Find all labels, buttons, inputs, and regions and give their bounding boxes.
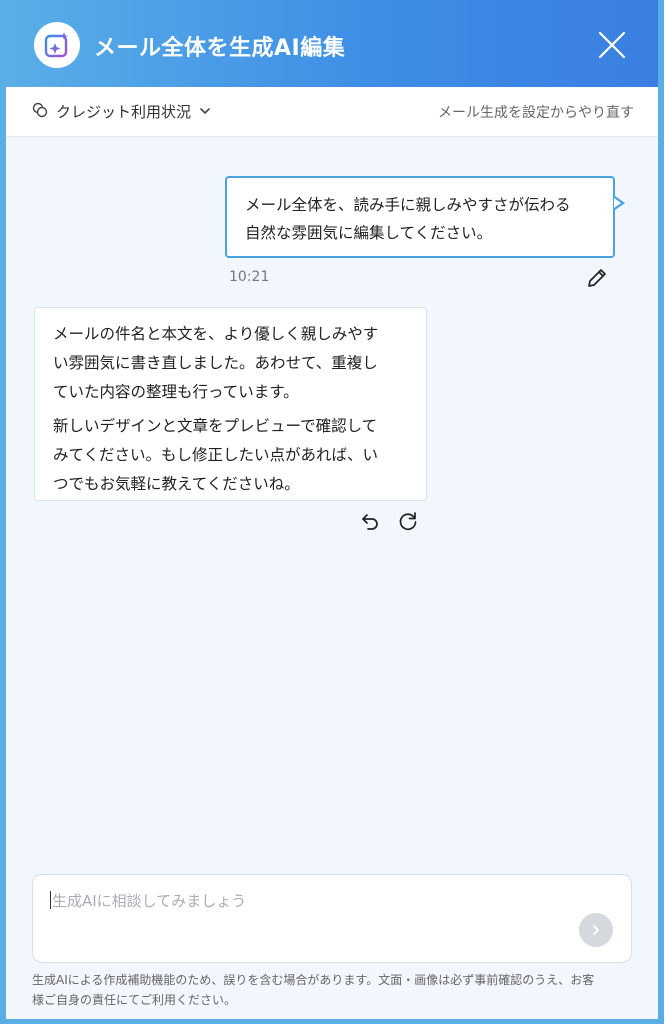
bubble-tail-inner (614, 198, 621, 208)
pencil-icon[interactable] (585, 266, 609, 290)
credit-usage-dropdown[interactable]: クレジット利用状況 (32, 101, 211, 122)
chat-input[interactable]: 生成AIに相談してみましょう (32, 874, 632, 963)
ai-message-bubble: メールの件名と本文を、より優しく親しみやす い雰囲気に書き直しました。あわせて、… (34, 307, 427, 501)
credit-coins-icon (32, 102, 48, 122)
undo-icon[interactable] (359, 510, 381, 532)
send-button[interactable] (579, 913, 613, 947)
ai-sparkle-icon (34, 22, 80, 68)
disclaimer-line: 生成AIによる作成補助機能のため、誤りを含む場合があります。文面・画像は必ず事前… (32, 973, 595, 987)
refresh-icon[interactable] (397, 510, 419, 532)
ai-message-line: みてください。もし修正したい点があれば、い (53, 446, 379, 464)
ai-disclaimer: 生成AIによる作成補助機能のため、誤りを含む場合があります。文面・画像は必ず事前… (32, 970, 636, 1010)
text-caret (50, 891, 51, 909)
user-message-bubble: メール全体を、読み手に親しみやすさが伝わる 自然な雰囲気に編集してください。 (225, 176, 625, 258)
close-icon[interactable] (594, 27, 630, 63)
credit-bar: クレジット利用状況 メール生成を設定からやり直す (6, 87, 658, 137)
panel-header: メール全体を生成AI編集 (6, 0, 658, 87)
user-message-line: メール全体を、読み手に親しみやすさが伝わる (245, 196, 571, 214)
window-frame: メール全体を生成AI編集 クレジット利用状況 メール生成を設定からやり直す メー… (0, 0, 664, 1024)
ai-message-line: メールの件名と本文を、より優しく親しみやす (53, 325, 379, 343)
ai-message-line: 新しいデザインと文章をプレビューで確認して (53, 417, 378, 435)
disclaimer-line: 様ご自身の責任にてご利用ください。 (32, 993, 237, 1007)
user-message-line: 自然な雰囲気に編集してください。 (245, 224, 493, 242)
regenerate-from-settings-link[interactable]: メール生成を設定からやり直す (438, 102, 634, 122)
message-timestamp: 10:21 (229, 269, 270, 285)
ai-edit-panel: メール全体を生成AI編集 クレジット利用状況 メール生成を設定からやり直す メー… (6, 0, 658, 1019)
ai-message-line: い雰囲気に書き直しました。あわせて、重複し (53, 354, 378, 372)
send-arrow-icon (593, 925, 599, 935)
panel-title: メール全体を生成AI編集 (94, 36, 346, 61)
ai-message-line: つでもお気軽に教えてくださいね。 (53, 475, 300, 493)
ai-message-line: ていた内容の整理も行っています。 (53, 383, 299, 401)
chevron-down-icon (199, 103, 211, 121)
chat-input-placeholder: 生成AIに相談してみましょう (52, 892, 247, 910)
credit-usage-label: クレジット利用状況 (56, 103, 192, 121)
